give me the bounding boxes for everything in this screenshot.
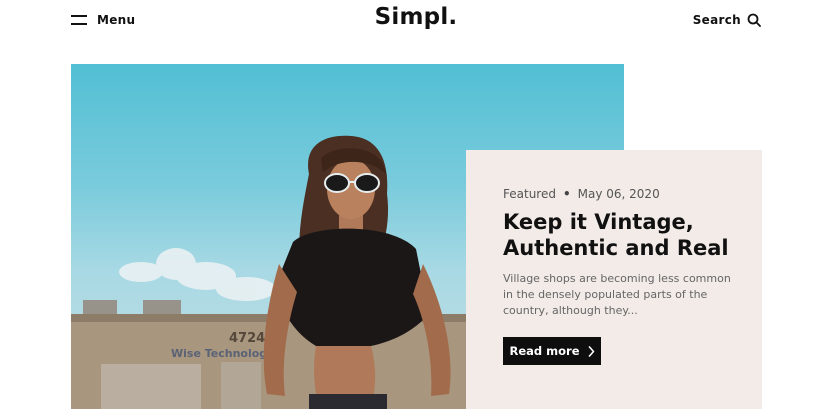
post-title[interactable]: Keep it Vintage, Authentic and Real [503, 209, 743, 261]
category-label[interactable]: Featured [503, 187, 556, 201]
post-excerpt: Village shops are becoming less common i… [503, 272, 731, 317]
search-icon [747, 13, 761, 27]
search-label: Search [692, 13, 741, 27]
post-meta: Featured • May 06, 2020 [503, 187, 660, 201]
search-button[interactable]: Search [693, 11, 761, 29]
meta-separator: • [562, 187, 571, 201]
building-sign-number: 4724 [229, 331, 265, 346]
read-more-button[interactable]: Read more [503, 337, 601, 365]
read-more-label: Read more [509, 344, 580, 358]
featured-card: Featured • May 06, 2020 Keep it Vintage,… [466, 150, 762, 409]
post-date: May 06, 2020 [577, 187, 660, 201]
cloud [119, 248, 276, 301]
chevron-right-icon [588, 345, 594, 357]
